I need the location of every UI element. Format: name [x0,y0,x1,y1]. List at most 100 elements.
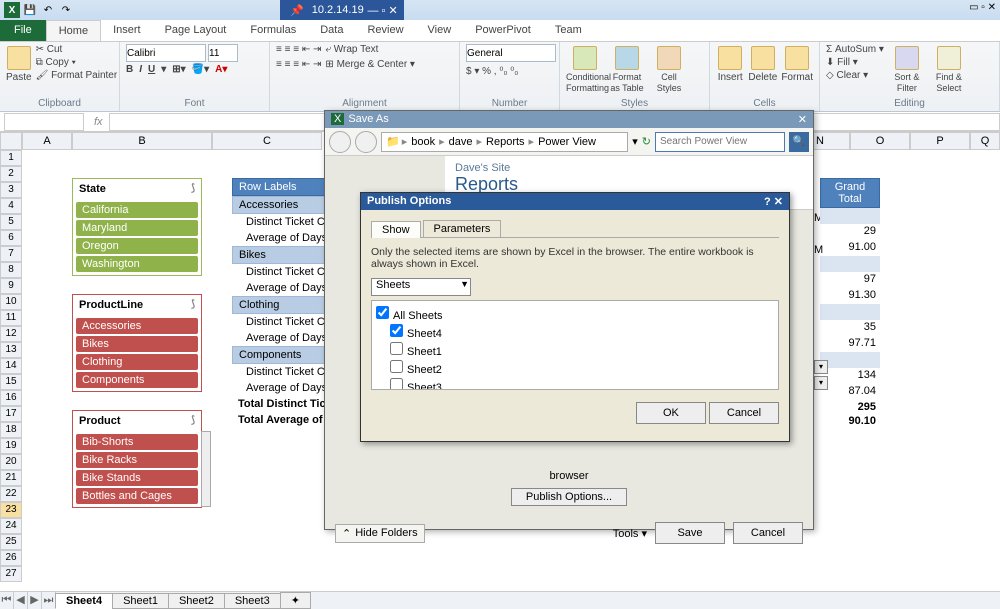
font-family-select[interactable] [126,44,206,62]
row-header[interactable]: 19 [0,438,22,454]
next-sheet-button[interactable]: ▶ [28,592,42,609]
row-header[interactable]: 11 [0,310,22,326]
row-header[interactable]: 18 [0,422,22,438]
row-header[interactable]: 13 [0,342,22,358]
sort-filter-button[interactable]: Sort & Filter [888,44,926,94]
new-sheet-button[interactable]: ✦ [280,592,311,609]
refresh-icon[interactable]: ↻ [642,135,651,148]
fx-icon[interactable]: fx [94,116,103,128]
help-icon[interactable]: ? [764,196,771,208]
tab-powerpivot[interactable]: PowerPivot [463,20,543,41]
col-c[interactable]: C [212,132,322,150]
name-box[interactable] [4,113,84,131]
tab-review[interactable]: Review [355,20,415,41]
number-format-select[interactable] [466,44,556,62]
row-header[interactable]: 9 [0,278,22,294]
sheet-tab[interactable]: Sheet4 [55,593,113,609]
row-header[interactable]: 1 [0,150,22,166]
row-header[interactable]: 22 [0,486,22,502]
scroll-button[interactable]: ▾ [814,376,828,390]
first-sheet-button[interactable]: ⏮ [0,592,14,609]
slicer-item[interactable]: Accessories [76,318,198,334]
format-cells-button[interactable]: Format [781,44,813,83]
sheet-checkbox[interactable]: Sheet1 [376,341,774,359]
italic-button[interactable]: I [139,64,142,75]
cut-button[interactable]: ✂ Cut [36,44,118,55]
insert-cells-button[interactable]: Insert [716,44,744,83]
col-o[interactable]: O [850,132,910,150]
cancel-button[interactable]: Cancel [709,402,779,424]
back-button[interactable] [329,131,351,153]
row-header[interactable]: 25 [0,534,22,550]
cell-styles-button[interactable]: Cell Styles [650,44,688,94]
col-p[interactable]: P [910,132,970,150]
tab-home[interactable]: Home [46,20,101,41]
sheet-checkbox[interactable]: Sheet3 [376,377,774,390]
slicer-product[interactable]: Product⟆ Bib-Shorts Bike Racks Bike Stan… [72,410,202,508]
forward-button[interactable] [355,131,377,153]
fill-button[interactable]: ⬇ Fill ▾ [826,57,884,68]
format-painter-button[interactable]: 🖌 Format Painter [36,70,118,81]
row-header[interactable]: 15 [0,374,22,390]
slicer-item[interactable]: Bib-Shorts [76,434,198,450]
bold-button[interactable]: B [126,64,133,75]
last-sheet-button[interactable]: ⏭ [42,592,56,609]
prev-sheet-button[interactable]: ◀ [14,592,28,609]
dropdown-icon[interactable]: ▾ [632,135,638,148]
select-all-corner[interactable] [0,132,22,150]
conditional-formatting-button[interactable]: Conditional Formatting [566,44,604,94]
slicer-item[interactable]: Bike Stands [76,470,198,486]
scroll-button[interactable]: ▾ [814,360,828,374]
sheet-tab[interactable]: Sheet2 [168,593,225,609]
scrollbar[interactable] [201,431,211,507]
search-go-button[interactable]: 🔍 [789,132,809,152]
sheet-checkbox[interactable]: Sheet4 [376,323,774,341]
save-button[interactable]: Save [655,522,725,544]
all-sheets-checkbox[interactable]: All Sheets [376,305,774,323]
search-box[interactable] [655,132,785,152]
fill-color-button[interactable]: 🪣▾ [192,64,209,75]
slicer-item[interactable]: Bikes [76,336,198,352]
breadcrumb[interactable]: 📁 ▸book ▸dave ▸Reports ▸Power View [381,132,628,152]
slicer-item[interactable]: Components [76,372,198,388]
search-input[interactable] [656,136,756,147]
col-q[interactable]: Q [970,132,1000,150]
row-header[interactable]: 21 [0,470,22,486]
slicer-item[interactable]: Bottles and Cages [76,488,198,504]
ok-button[interactable]: OK [636,402,706,424]
clear-filter-icon[interactable]: ⟆ [191,415,195,427]
clear-filter-icon[interactable]: ⟆ [191,183,195,195]
slicer-item[interactable]: Bike Racks [76,452,198,468]
row-header[interactable]: 27 [0,566,22,582]
tab-show[interactable]: Show [371,221,421,238]
row-header[interactable]: 12 [0,326,22,342]
tab-insert[interactable]: Insert [101,20,153,41]
save-icon[interactable]: 💾 [22,2,38,18]
publish-options-button[interactable]: Publish Options... [511,488,627,506]
tab-view[interactable]: View [416,20,464,41]
slicer-item[interactable]: Clothing [76,354,198,370]
merge-center-button[interactable]: ⊞ Merge & Center ▾ [325,59,415,70]
row-header[interactable]: 6 [0,230,22,246]
cancel-button[interactable]: Cancel [733,522,803,544]
slicer-item[interactable]: California [76,202,198,218]
row-header[interactable]: 8 [0,262,22,278]
redo-icon[interactable]: ↷ [58,2,74,18]
tab-team[interactable]: Team [543,20,594,41]
row-header[interactable]: 5 [0,214,22,230]
autosum-button[interactable]: Σ AutoSum ▾ [826,44,884,55]
row-header[interactable]: 7 [0,246,22,262]
close-icon[interactable]: ✕ [774,196,783,208]
sheet-tab[interactable]: Sheet3 [224,593,281,609]
row-header[interactable]: 24 [0,518,22,534]
tab-page-layout[interactable]: Page Layout [153,20,239,41]
col-a[interactable]: A [22,132,72,150]
row-header[interactable]: 3 [0,182,22,198]
delete-cells-button[interactable]: Delete [748,44,777,83]
undo-icon[interactable]: ↶ [40,2,56,18]
slicer-state[interactable]: State⟆ California Maryland Oregon Washin… [72,178,202,276]
col-b[interactable]: B [72,132,212,150]
row-header[interactable]: 17 [0,406,22,422]
slicer-item[interactable]: Maryland [76,220,198,236]
underline-button[interactable]: U [148,64,155,75]
